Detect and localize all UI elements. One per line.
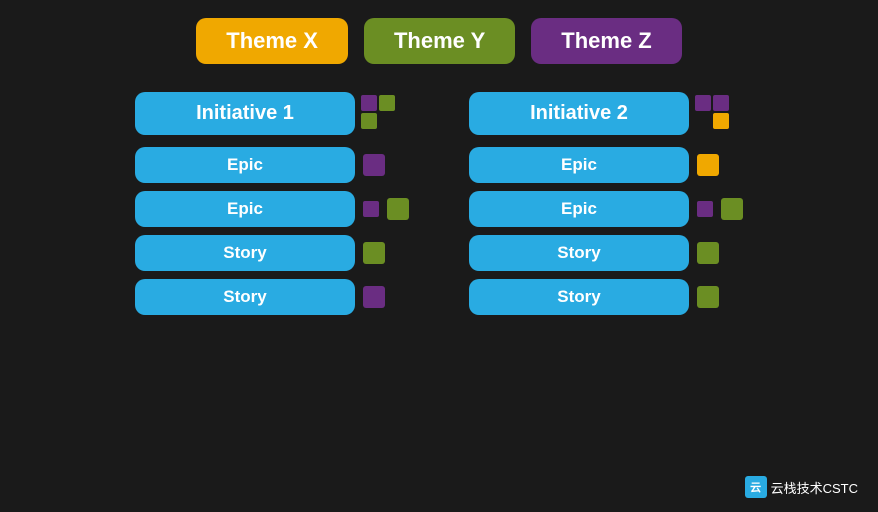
sq-yellow-2 (713, 113, 729, 129)
initiative-1-header: Initiative 1 (135, 92, 399, 135)
story-3-row: Story (469, 235, 719, 271)
sq-purple-2b (713, 95, 729, 111)
story-4-box: Story (469, 279, 689, 315)
diagram: Theme X Theme Y Theme Z Initiative 1 Epi… (0, 0, 878, 512)
story-2-sq (363, 286, 385, 308)
epic-4-sq-green (721, 198, 743, 220)
theme-y: Theme Y (364, 18, 515, 64)
story-4-row: Story (469, 279, 719, 315)
story-2-box: Story (135, 279, 355, 315)
theme-x: Theme X (196, 18, 348, 64)
story-3-box: Story (469, 235, 689, 271)
sq-purple-1 (361, 95, 377, 111)
story-2-row: Story (135, 279, 385, 315)
themes-row: Theme X Theme Y Theme Z (30, 18, 848, 64)
story-3-sq (697, 242, 719, 264)
initiative-1-box: Initiative 1 (135, 92, 355, 135)
epic-3-sq (697, 154, 719, 176)
initiative-1-col: Initiative 1 Epic Epic Story (135, 92, 409, 315)
epic-2-sq-purple (363, 201, 379, 217)
initiative-2-squares (695, 95, 733, 133)
epic-4-row: Epic (469, 191, 743, 227)
sq-green-2 (361, 113, 377, 129)
initiative-1-squares (361, 95, 399, 133)
story-1-box: Story (135, 235, 355, 271)
epic-1-row: Epic (135, 147, 385, 183)
story-1-row: Story (135, 235, 385, 271)
theme-z: Theme Z (531, 18, 681, 64)
epic-4-sq-purple (697, 201, 713, 217)
epic-3-box: Epic (469, 147, 689, 183)
watermark: 云 云栈技术CSTC (745, 476, 858, 498)
watermark-icon: 云 (745, 476, 767, 498)
epic-1-sq (363, 154, 385, 176)
epic-2-row: Epic (135, 191, 409, 227)
initiatives-row: Initiative 1 Epic Epic Story (30, 92, 848, 315)
initiative-2-col: Initiative 2 Epic Epic Story (469, 92, 743, 315)
epic-3-row: Epic (469, 147, 719, 183)
epic-2-sq-green (387, 198, 409, 220)
sq-green-1 (379, 95, 395, 111)
story-1-sq (363, 242, 385, 264)
epic-1-box: Epic (135, 147, 355, 183)
initiative-2-header: Initiative 2 (469, 92, 733, 135)
initiative-2-box: Initiative 2 (469, 92, 689, 135)
story-4-sq (697, 286, 719, 308)
watermark-text: 云栈技术CSTC (771, 478, 858, 497)
epic-4-box: Epic (469, 191, 689, 227)
sq-purple-2a (695, 95, 711, 111)
epic-2-box: Epic (135, 191, 355, 227)
